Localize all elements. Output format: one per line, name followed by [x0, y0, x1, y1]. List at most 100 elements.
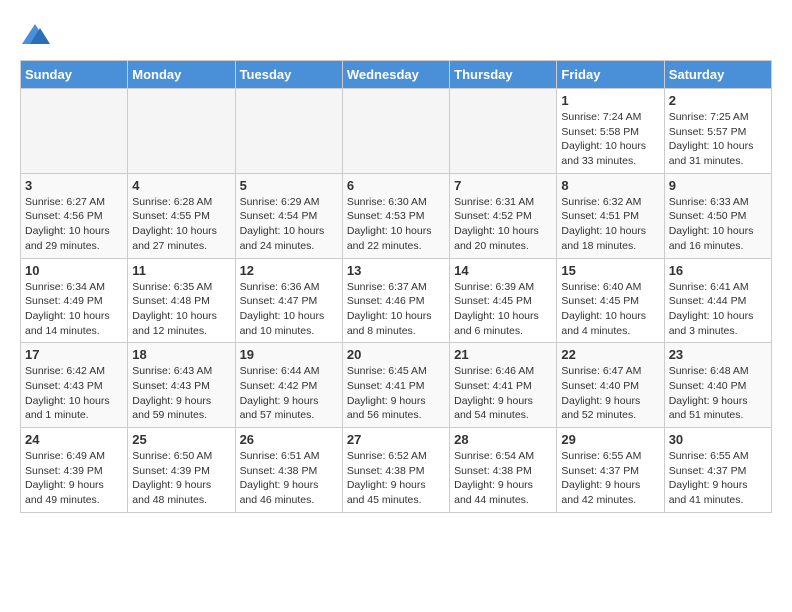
- calendar-day-cell: 17Sunrise: 6:42 AM Sunset: 4:43 PM Dayli…: [21, 343, 128, 428]
- calendar-day-cell: 25 Sunrise: 6:50 AM Sunset: 4:39 PM Dayli…: [128, 428, 235, 513]
- day-info: Sunrise: 6:41 AM Sunset: 4:44 PM Dayligh…: [669, 280, 767, 339]
- calendar-week-row: 24 Sunrise: 6:49 AM Sunset: 4:39 PM Dayli…: [21, 428, 772, 513]
- day-info: Sunrise: 6:31 AM Sunset: 4:52 PM Dayligh…: [454, 195, 552, 254]
- day-info: Sunrise: 6:52 AM Sunset: 4:38 PM Dayligh…: [347, 449, 445, 508]
- logo-icon: [20, 20, 50, 50]
- calendar-day-cell: 8 Sunrise: 6:32 AM Sunset: 4:51 PM Daylig…: [557, 173, 664, 258]
- day-info: Sunrise: 6:32 AM Sunset: 4:51 PM Dayligh…: [561, 195, 659, 254]
- weekday-header: Friday: [557, 61, 664, 89]
- day-number: 4: [132, 178, 230, 193]
- day-number: 29: [561, 432, 659, 447]
- calendar-day-cell: 29 Sunrise: 6:55 AM Sunset: 4:37 PM Dayli…: [557, 428, 664, 513]
- day-number: 9: [669, 178, 767, 193]
- day-info: Sunrise: 6:45 AM Sunset: 4:41 PM Dayligh…: [347, 364, 445, 423]
- day-number: 23: [669, 347, 767, 362]
- day-info: Sunrise: 6:34 AM Sunset: 4:49 PM Dayligh…: [25, 280, 123, 339]
- day-info: Sunrise: 6:33 AM Sunset: 4:50 PM Dayligh…: [669, 195, 767, 254]
- calendar-day-cell: 4 Sunrise: 6:28 AM Sunset: 4:55 PM Daylig…: [128, 173, 235, 258]
- calendar-day-cell: 16 Sunrise: 6:41 AM Sunset: 4:44 PM Dayli…: [664, 258, 771, 343]
- calendar-day-cell: 19 Sunrise: 6:44 AM Sunset: 4:42 PM Dayli…: [235, 343, 342, 428]
- day-number: 1: [561, 93, 659, 108]
- day-number: 2: [669, 93, 767, 108]
- calendar-day-cell: [342, 89, 449, 174]
- calendar-day-cell: 28 Sunrise: 6:54 AM Sunset: 4:38 PM Dayli…: [450, 428, 557, 513]
- day-number: 3: [25, 178, 123, 193]
- day-info: Sunrise: 6:47 AM Sunset: 4:40 PM Dayligh…: [561, 364, 659, 423]
- calendar-day-cell: 1 Sunrise: 7:24 AM Sunset: 5:58 PM Daylig…: [557, 89, 664, 174]
- day-number: 17: [25, 347, 123, 362]
- day-number: 8: [561, 178, 659, 193]
- calendar-day-cell: 13 Sunrise: 6:37 AM Sunset: 4:46 PM Dayli…: [342, 258, 449, 343]
- day-info: Sunrise: 6:37 AM Sunset: 4:46 PM Dayligh…: [347, 280, 445, 339]
- calendar-day-cell: 5 Sunrise: 6:29 AM Sunset: 4:54 PM Daylig…: [235, 173, 342, 258]
- calendar-day-cell: 10 Sunrise: 6:34 AM Sunset: 4:49 PM Dayli…: [21, 258, 128, 343]
- day-number: 20: [347, 347, 445, 362]
- day-info: Sunrise: 7:24 AM Sunset: 5:58 PM Dayligh…: [561, 110, 659, 169]
- calendar-day-cell: 14 Sunrise: 6:39 AM Sunset: 4:45 PM Dayli…: [450, 258, 557, 343]
- calendar-week-row: 1 Sunrise: 7:24 AM Sunset: 5:58 PM Daylig…: [21, 89, 772, 174]
- day-number: 26: [240, 432, 338, 447]
- weekday-header: Thursday: [450, 61, 557, 89]
- day-info: Sunrise: 6:50 AM Sunset: 4:39 PM Dayligh…: [132, 449, 230, 508]
- calendar-day-cell: 20 Sunrise: 6:45 AM Sunset: 4:41 PM Dayli…: [342, 343, 449, 428]
- day-number: 10: [25, 263, 123, 278]
- day-info: Sunrise: 6:46 AM Sunset: 4:41 PM Dayligh…: [454, 364, 552, 423]
- day-number: 21: [454, 347, 552, 362]
- calendar-day-cell: 9 Sunrise: 6:33 AM Sunset: 4:50 PM Daylig…: [664, 173, 771, 258]
- day-info: Sunrise: 6:51 AM Sunset: 4:38 PM Dayligh…: [240, 449, 338, 508]
- calendar-day-cell: 26 Sunrise: 6:51 AM Sunset: 4:38 PM Dayli…: [235, 428, 342, 513]
- day-info: Sunrise: 6:29 AM Sunset: 4:54 PM Dayligh…: [240, 195, 338, 254]
- day-info: Sunrise: 6:35 AM Sunset: 4:48 PM Dayligh…: [132, 280, 230, 339]
- day-info: Sunrise: 6:40 AM Sunset: 4:45 PM Dayligh…: [561, 280, 659, 339]
- calendar-day-cell: [235, 89, 342, 174]
- day-number: 12: [240, 263, 338, 278]
- calendar: SundayMondayTuesdayWednesdayThursdayFrid…: [20, 60, 772, 513]
- logo: [20, 20, 54, 50]
- day-info: Sunrise: 6:28 AM Sunset: 4:55 PM Dayligh…: [132, 195, 230, 254]
- calendar-day-cell: 30Sunrise: 6:55 AM Sunset: 4:37 PM Dayli…: [664, 428, 771, 513]
- day-number: 7: [454, 178, 552, 193]
- day-info: Sunrise: 6:54 AM Sunset: 4:38 PM Dayligh…: [454, 449, 552, 508]
- day-number: 6: [347, 178, 445, 193]
- calendar-day-cell: 11 Sunrise: 6:35 AM Sunset: 4:48 PM Dayli…: [128, 258, 235, 343]
- day-number: 19: [240, 347, 338, 362]
- day-number: 14: [454, 263, 552, 278]
- calendar-day-cell: [21, 89, 128, 174]
- calendar-week-row: 3 Sunrise: 6:27 AM Sunset: 4:56 PM Daylig…: [21, 173, 772, 258]
- day-number: 28: [454, 432, 552, 447]
- weekday-header: Tuesday: [235, 61, 342, 89]
- day-info: Sunrise: 6:39 AM Sunset: 4:45 PM Dayligh…: [454, 280, 552, 339]
- calendar-day-cell: 23Sunrise: 6:48 AM Sunset: 4:40 PM Dayli…: [664, 343, 771, 428]
- calendar-day-cell: 3 Sunrise: 6:27 AM Sunset: 4:56 PM Daylig…: [21, 173, 128, 258]
- calendar-day-cell: [128, 89, 235, 174]
- day-info: Sunrise: 6:55 AM Sunset: 4:37 PM Dayligh…: [561, 449, 659, 508]
- day-info: Sunrise: 6:30 AM Sunset: 4:53 PM Dayligh…: [347, 195, 445, 254]
- calendar-header-row: SundayMondayTuesdayWednesdayThursdayFrid…: [21, 61, 772, 89]
- calendar-day-cell: [450, 89, 557, 174]
- calendar-week-row: 17Sunrise: 6:42 AM Sunset: 4:43 PM Dayli…: [21, 343, 772, 428]
- header: [20, 20, 772, 50]
- day-number: 15: [561, 263, 659, 278]
- day-number: 22: [561, 347, 659, 362]
- weekday-header: Sunday: [21, 61, 128, 89]
- day-info: Sunrise: 6:36 AM Sunset: 4:47 PM Dayligh…: [240, 280, 338, 339]
- calendar-day-cell: 22 Sunrise: 6:47 AM Sunset: 4:40 PM Dayli…: [557, 343, 664, 428]
- calendar-day-cell: 24 Sunrise: 6:49 AM Sunset: 4:39 PM Dayli…: [21, 428, 128, 513]
- day-number: 11: [132, 263, 230, 278]
- day-number: 16: [669, 263, 767, 278]
- day-info: Sunrise: 7:25 AM Sunset: 5:57 PM Dayligh…: [669, 110, 767, 169]
- day-info: Sunrise: 6:55 AM Sunset: 4:37 PM Dayligh…: [669, 449, 767, 508]
- calendar-day-cell: 12 Sunrise: 6:36 AM Sunset: 4:47 PM Dayli…: [235, 258, 342, 343]
- day-number: 13: [347, 263, 445, 278]
- day-info: Sunrise: 6:44 AM Sunset: 4:42 PM Dayligh…: [240, 364, 338, 423]
- calendar-week-row: 10 Sunrise: 6:34 AM Sunset: 4:49 PM Dayli…: [21, 258, 772, 343]
- weekday-header: Monday: [128, 61, 235, 89]
- calendar-day-cell: 15 Sunrise: 6:40 AM Sunset: 4:45 PM Dayli…: [557, 258, 664, 343]
- day-info: Sunrise: 6:49 AM Sunset: 4:39 PM Dayligh…: [25, 449, 123, 508]
- day-number: 5: [240, 178, 338, 193]
- day-number: 24: [25, 432, 123, 447]
- calendar-day-cell: 7 Sunrise: 6:31 AM Sunset: 4:52 PM Daylig…: [450, 173, 557, 258]
- day-number: 25: [132, 432, 230, 447]
- day-info: Sunrise: 6:27 AM Sunset: 4:56 PM Dayligh…: [25, 195, 123, 254]
- weekday-header: Saturday: [664, 61, 771, 89]
